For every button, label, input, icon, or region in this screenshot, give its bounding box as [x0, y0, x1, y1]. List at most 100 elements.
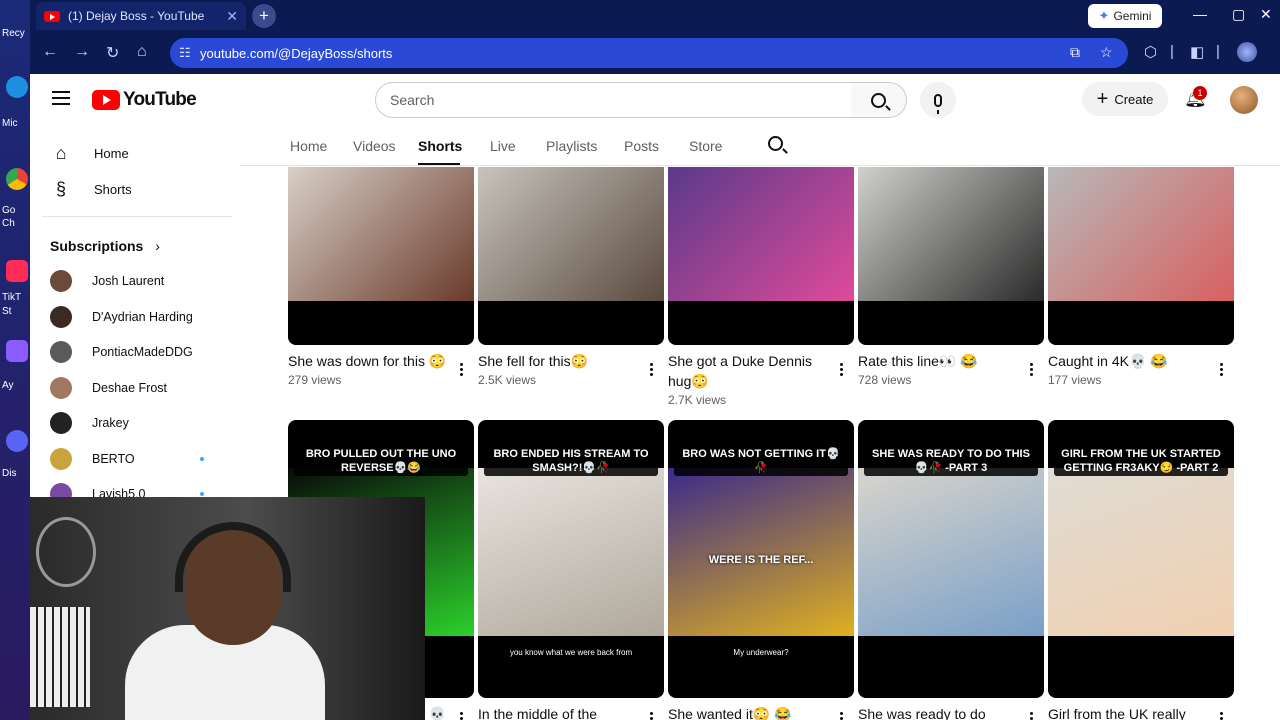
subscriptions-title: Subscriptions: [50, 238, 144, 254]
short-title[interactable]: She was ready to do: [858, 704, 1044, 720]
gemini-icon: ✦: [1098, 8, 1110, 23]
browser-tab[interactable]: (1) Dejay Boss - YouTube ✕: [36, 2, 246, 30]
subscription-item[interactable]: Deshae Frost: [50, 376, 210, 399]
subscription-item[interactable]: BERTO: [50, 447, 210, 470]
short-card[interactable]: GIRL FROM THE UK STARTED GETTING FR3AKY😏…: [1048, 420, 1234, 720]
more-options-icon[interactable]: [1220, 712, 1224, 720]
short-card[interactable]: SHE WAS READY TO DO THIS💀🥀 -PART 3 She wa…: [858, 420, 1044, 720]
short-thumbnail[interactable]: [288, 167, 474, 345]
gemini-button[interactable]: ✦ Gemini: [1088, 4, 1162, 28]
short-card[interactable]: She fell for this😳 2.5K views: [478, 167, 664, 387]
tab-home[interactable]: Home: [290, 138, 327, 154]
create-button[interactable]: + Create: [1082, 82, 1168, 116]
new-tab-button[interactable]: +: [252, 4, 276, 28]
short-thumbnail[interactable]: SHE WAS READY TO DO THIS💀🥀 -PART 3: [858, 420, 1044, 698]
short-thumbnail[interactable]: BRO ENDED HIS STREAM TO SMASH?!💀🥀 you kno…: [478, 420, 664, 698]
more-options-icon[interactable]: [1030, 363, 1034, 377]
channel-search-icon[interactable]: [768, 136, 783, 151]
install-app-icon[interactable]: ⧉: [1070, 44, 1080, 61]
short-title[interactable]: Girl from the UK really: [1048, 704, 1234, 720]
site-info-icon[interactable]: ☷: [179, 45, 191, 61]
short-title[interactable]: She got a Duke Dennis hug😳: [668, 351, 854, 391]
chevron-right-icon: ›: [155, 238, 160, 254]
more-options-icon[interactable]: [840, 712, 844, 720]
split-view-icon[interactable]: ◧: [1190, 43, 1204, 61]
edge-desktop-icon[interactable]: [6, 76, 28, 98]
channel-avatar: [50, 305, 72, 328]
subscription-item[interactable]: D'Aydrian Harding: [50, 305, 210, 328]
short-card[interactable]: BRO ENDED HIS STREAM TO SMASH?!💀🥀 you kno…: [478, 420, 664, 720]
short-thumbnail[interactable]: [478, 167, 664, 345]
discord-desktop-icon[interactable]: [6, 430, 28, 452]
short-title[interactable]: In the middle of the: [478, 704, 664, 720]
close-tab-icon[interactable]: ✕: [226, 8, 238, 25]
tab-shorts[interactable]: Shorts: [418, 138, 462, 154]
search-input[interactable]: Search: [375, 82, 852, 118]
reload-icon[interactable]: ↻: [106, 43, 119, 63]
search-button[interactable]: [851, 82, 907, 118]
short-views: 728 views: [858, 373, 912, 387]
create-label: Create: [1114, 91, 1154, 107]
new-content-dot: [200, 456, 204, 461]
tab-live[interactable]: Live: [490, 138, 516, 154]
short-title[interactable]: She wanted it😳 😂: [668, 704, 854, 720]
thumbnail-caption: BRO PULLED OUT THE UNO REVERSE💀😂: [294, 446, 468, 476]
account-avatar[interactable]: [1230, 86, 1258, 114]
menu-icon[interactable]: [52, 91, 70, 105]
short-thumbnail[interactable]: [858, 167, 1044, 345]
tab-videos[interactable]: Videos: [353, 138, 396, 154]
short-card[interactable]: Caught in 4K💀 😂 177 views: [1048, 167, 1234, 387]
short-title[interactable]: She was down for this 😳: [288, 351, 474, 371]
home-browser-icon[interactable]: ⌂: [137, 43, 147, 61]
desktop-strip: Recy Mic Go Ch TikT St Ay Dis: [0, 0, 30, 720]
subscription-item[interactable]: Jrakey: [50, 412, 210, 434]
short-card[interactable]: BRO WAS NOT GETTING IT💀🥀 WERE IS THE REF.…: [668, 420, 854, 720]
more-options-icon[interactable]: [1220, 363, 1224, 377]
chrome-desktop-icon[interactable]: [6, 168, 28, 190]
bookmark-star-icon[interactable]: ☆: [1100, 44, 1113, 61]
short-title[interactable]: Caught in 4K💀 😂: [1048, 351, 1234, 371]
desktop-label: Go: [2, 205, 16, 216]
forward-icon[interactable]: →: [74, 43, 90, 61]
short-thumbnail[interactable]: [1048, 167, 1234, 345]
subscription-name: Josh Laurent: [92, 274, 165, 288]
subscription-item[interactable]: Josh Laurent: [50, 270, 210, 292]
browser-profile-icon[interactable]: [1237, 42, 1257, 62]
thumbnail-letterbox: [478, 301, 664, 345]
more-options-icon[interactable]: [460, 712, 464, 720]
tiktok-desktop-icon[interactable]: [6, 260, 28, 282]
short-card[interactable]: She got a Duke Dennis hug😳 2.7K views: [668, 167, 854, 407]
short-thumbnail[interactable]: GIRL FROM THE UK STARTED GETTING FR3AKY😏…: [1048, 420, 1234, 698]
thumbnail-letterbox: [858, 301, 1044, 345]
youtube-logo[interactable]: YouTube: [92, 89, 197, 111]
tab-posts[interactable]: Posts: [624, 138, 659, 154]
short-title[interactable]: Rate this line👀 😂: [858, 351, 1044, 371]
more-options-icon[interactable]: [1030, 712, 1034, 720]
short-card[interactable]: Rate this line👀 😂 728 views: [858, 167, 1044, 387]
short-views: 279 views: [288, 373, 342, 387]
voice-search-button[interactable]: [920, 82, 956, 118]
url-bar[interactable]: ☷ youtube.com/@DejayBoss/shorts ⧉ ☆: [170, 38, 1128, 68]
close-window-icon[interactable]: ✕: [1260, 6, 1272, 23]
desk-fan-image: [36, 517, 96, 587]
more-options-icon[interactable]: [460, 363, 464, 377]
subscription-item[interactable]: PontiacMadeDDG: [50, 341, 210, 363]
plus-icon: +: [1096, 88, 1109, 110]
short-title[interactable]: She fell for this😳: [478, 351, 664, 371]
app-desktop-icon[interactable]: [6, 340, 28, 362]
back-icon[interactable]: ←: [42, 43, 58, 61]
more-options-icon[interactable]: [840, 363, 844, 377]
extensions-icon[interactable]: ⬡: [1144, 43, 1157, 61]
short-card[interactable]: She was down for this 😳 279 views: [288, 167, 474, 387]
short-thumbnail[interactable]: [668, 167, 854, 345]
tab-playlists[interactable]: Playlists: [546, 138, 597, 154]
more-options-icon[interactable]: [650, 363, 654, 377]
maximize-icon[interactable]: ▢: [1232, 6, 1245, 23]
more-options-icon[interactable]: [650, 712, 654, 720]
sidebar-item-shorts[interactable]: § Shorts: [50, 178, 132, 200]
tab-store[interactable]: Store: [689, 138, 722, 154]
subscriptions-heading[interactable]: Subscriptions ›: [50, 238, 160, 254]
sidebar-item-home[interactable]: ⌂ Home: [50, 142, 129, 164]
minimize-icon[interactable]: —: [1193, 6, 1207, 22]
short-thumbnail[interactable]: BRO WAS NOT GETTING IT💀🥀 WERE IS THE REF.…: [668, 420, 854, 698]
